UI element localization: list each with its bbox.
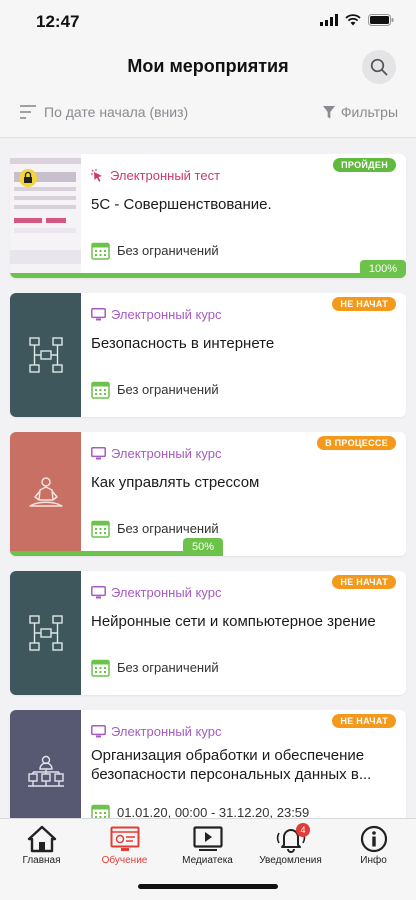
event-dates-label: Без ограничений xyxy=(117,660,219,675)
tab-notifications[interactable]: 4 Уведомления xyxy=(249,823,332,866)
event-thumbnail xyxy=(10,154,81,278)
status-badge: НЕ НАЧАТ xyxy=(332,714,396,728)
tab-home[interactable]: Главная xyxy=(0,823,83,866)
tab-label: Главная xyxy=(22,855,61,866)
search-icon xyxy=(370,58,388,76)
calendar-icon xyxy=(91,520,110,538)
home-icon xyxy=(27,825,56,853)
status-bar: 12:47 xyxy=(0,0,416,44)
event-dates: Без ограничений xyxy=(91,380,219,399)
event-dates-label: Без ограничений xyxy=(117,521,219,536)
event-thumbnail xyxy=(10,571,81,695)
tab-label: Инфо xyxy=(360,855,387,866)
event-title: Нейронные сети и компьютерное зрение xyxy=(91,613,376,630)
data-security-icon xyxy=(27,755,64,787)
notification-count-badge: 4 xyxy=(296,823,310,837)
nav-header: Мои мероприятия xyxy=(0,44,416,90)
signal-icon xyxy=(320,14,338,26)
event-title: 5С - Совершенствование. xyxy=(91,196,272,213)
info-icon xyxy=(360,825,387,853)
status-badge: НЕ НАЧАТ xyxy=(332,575,396,589)
tab-label: Медиатека xyxy=(182,855,233,866)
calendar-icon xyxy=(91,242,110,260)
page-title: Мои мероприятия xyxy=(127,56,289,76)
sort-icon xyxy=(20,105,36,119)
event-type-label: Электронный курс xyxy=(111,585,222,600)
event-body: Электронный курс Организация обработки и… xyxy=(91,724,400,784)
events-list: Электронный тест 5С - Совершенствование.… xyxy=(0,138,416,818)
tab-info[interactable]: Инфо xyxy=(332,823,415,866)
progress-label: 100% xyxy=(359,260,406,278)
status-badge: В ПРОЦЕССЕ xyxy=(317,436,396,450)
sort-control[interactable]: По дате начала (вниз) xyxy=(20,104,188,120)
event-dates: Без ограничений xyxy=(91,241,219,260)
calendar-icon xyxy=(91,804,110,818)
battery-icon xyxy=(368,14,394,26)
status-icons xyxy=(320,14,394,26)
event-title: Безопасность в интернете xyxy=(91,335,275,352)
event-thumbnail xyxy=(10,293,81,417)
event-card[interactable]: Электронный курс Организация обработки и… xyxy=(10,710,406,818)
meditation-icon xyxy=(28,477,63,507)
monitor-icon xyxy=(91,725,106,738)
event-dates: 01.01.20, 00:00 - 31.12.20, 23:59 xyxy=(91,803,309,818)
network-icon xyxy=(28,337,63,373)
filters-button[interactable]: Фильтры xyxy=(322,104,398,120)
event-card[interactable]: Электронный курс Как управлять стрессом … xyxy=(10,432,406,556)
screen-lock-icon xyxy=(10,154,81,278)
calendar-icon xyxy=(91,659,110,677)
event-title: Организация обработки и обеспечение безо… xyxy=(91,747,372,783)
clock: 12:47 xyxy=(36,12,80,31)
sort-label: По дате начала (вниз) xyxy=(44,104,189,120)
network-icon xyxy=(28,615,63,651)
progress-label: 50% xyxy=(183,538,224,556)
event-body: Электронный тест 5С - Совершенствование. xyxy=(91,168,400,214)
event-type-label: Электронный курс xyxy=(111,307,222,322)
event-type-label: Электронный курс xyxy=(111,446,222,461)
progress-bar xyxy=(10,273,406,278)
tab-learning[interactable]: Обучение xyxy=(83,823,166,866)
status-badge: ПРОЙДЕН xyxy=(333,158,396,172)
status-badge: НЕ НАЧАТ xyxy=(332,297,396,311)
tab-label: Уведомления xyxy=(259,855,322,866)
tab-label: Обучение xyxy=(101,855,148,866)
event-type-label: Электронный тест xyxy=(110,168,221,183)
monitor-icon xyxy=(91,447,106,460)
event-body: Электронный курс Как управлять стрессом xyxy=(91,446,400,492)
event-card[interactable]: Электронный курс Безопасность в интернет… xyxy=(10,293,406,417)
event-thumbnail xyxy=(10,710,81,818)
filter-bar: По дате начала (вниз) Фильтры xyxy=(0,90,416,138)
funnel-icon xyxy=(322,105,335,118)
cursor-click-icon xyxy=(91,168,102,182)
event-dates-label: Без ограничений xyxy=(117,382,219,397)
filters-label: Фильтры xyxy=(340,104,398,120)
progress-bar xyxy=(10,551,208,556)
event-dates-label: Без ограничений xyxy=(117,243,219,258)
event-card[interactable]: Электронный тест 5С - Совершенствование.… xyxy=(10,154,406,278)
event-card[interactable]: Электронный курс Нейронные сети и компью… xyxy=(10,571,406,695)
monitor-icon xyxy=(91,586,106,599)
tab-media[interactable]: Медиатека xyxy=(166,823,249,866)
event-dates: Без ограничений xyxy=(91,519,219,538)
calendar-icon xyxy=(91,381,110,399)
event-title: Как управлять стрессом xyxy=(91,474,260,491)
event-dates-label: 01.01.20, 00:00 - 31.12.20, 23:59 xyxy=(117,805,310,818)
event-dates: Без ограничений xyxy=(91,658,219,677)
event-thumbnail xyxy=(10,432,81,556)
wifi-icon xyxy=(345,14,361,26)
media-icon xyxy=(192,826,223,851)
event-type-label: Электронный курс xyxy=(111,724,222,739)
monitor-icon xyxy=(91,308,106,321)
learning-icon xyxy=(110,826,139,851)
home-indicator xyxy=(138,884,278,889)
event-body: Электронный курс Безопасность в интернет… xyxy=(91,307,400,353)
event-body: Электронный курс Нейронные сети и компью… xyxy=(91,585,400,631)
search-button[interactable] xyxy=(362,50,396,84)
